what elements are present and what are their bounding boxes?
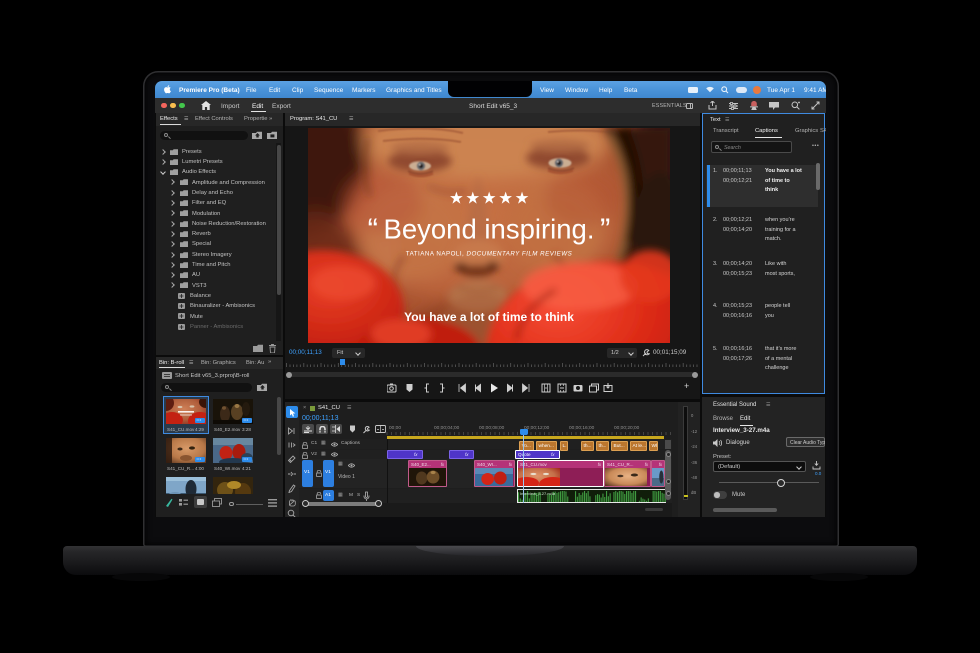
svg-text:“ Beyond inspiring. ”: “ Beyond inspiring. ” [368, 212, 611, 247]
svg-text:★★★★★: ★★★★★ [449, 190, 531, 208]
svg-text:TATIANA NAPOLI, DOCUMENTARY FI: TATIANA NAPOLI, DOCUMENTARY FILM REVIEWS [406, 251, 573, 258]
svg-text:You have a lot of time to thin: You have a lot of time to think [404, 310, 574, 324]
